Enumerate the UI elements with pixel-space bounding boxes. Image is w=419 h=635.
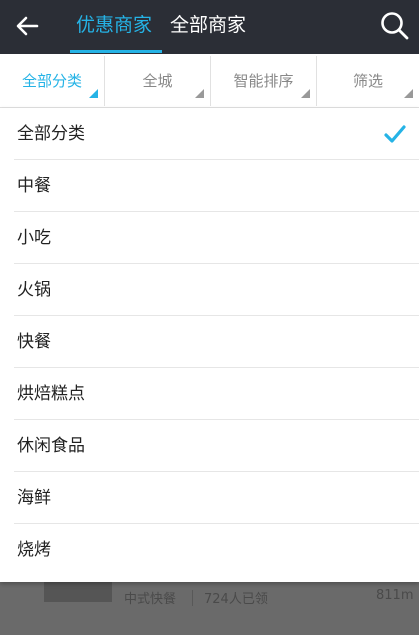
filter-category-label: 全部分类 (21, 72, 82, 90)
filter-area-label: 全城 (142, 72, 173, 90)
tab-all-merchants[interactable]: 全部商家 (170, 0, 246, 54)
merchant-claimed-count: 724人已领 (204, 592, 268, 607)
checkmark-icon (384, 125, 406, 143)
merchant-thumbnail (44, 582, 112, 602)
filter-bar: 全部分类 全城 智能排序 筛选 (0, 54, 419, 108)
category-option[interactable]: 烧烤 (0, 524, 419, 582)
category-option[interactable]: 全部分类 (0, 108, 419, 160)
category-option-label: 全部分类 (17, 124, 85, 144)
filter-screen-label: 筛选 (352, 72, 383, 90)
category-option[interactable]: 休闲食品 (0, 420, 419, 472)
category-option[interactable]: 火锅 (0, 264, 419, 316)
dropdown-triangle-icon (195, 89, 204, 98)
dropdown-triangle-icon (89, 89, 98, 98)
category-option[interactable]: 烘焙糕点 (0, 368, 419, 420)
merchant-category: 中式快餐 (124, 592, 177, 607)
category-option-label: 烧烤 (17, 540, 51, 560)
dropdown-triangle-icon (301, 89, 310, 98)
category-option-label: 快餐 (17, 332, 51, 352)
category-option[interactable]: 小吃 (0, 212, 419, 264)
category-option[interactable]: 海鲜 (0, 472, 419, 524)
filter-screen[interactable]: 筛选 (317, 54, 419, 108)
filter-category[interactable]: 全部分类 (0, 54, 104, 108)
category-option-label: 海鲜 (17, 488, 51, 508)
filter-sort-label: 智能排序 (233, 72, 294, 90)
tab-discount-merchants[interactable]: 优惠商家 (76, 0, 152, 54)
category-option-label: 火锅 (17, 280, 51, 300)
category-option[interactable]: 快餐 (0, 316, 419, 368)
dropdown-triangle-icon (404, 89, 413, 98)
category-option-label: 烘焙糕点 (17, 384, 85, 404)
listing-backdrop: 中式快餐 724人已领 811m (0, 582, 419, 635)
active-tab-indicator (70, 50, 162, 53)
category-dropdown: 全部分类 中餐 小吃 火锅 快餐 烘焙糕点 休闲食品 海鲜 烧烤 (0, 108, 419, 582)
category-option-label: 中餐 (17, 176, 51, 196)
top-bar: 优惠商家 全部商家 (0, 0, 419, 54)
divider (192, 590, 193, 606)
search-button[interactable] (379, 10, 411, 42)
category-option[interactable]: 中餐 (0, 160, 419, 212)
filter-sort[interactable]: 智能排序 (211, 54, 316, 108)
arrow-left-icon (16, 16, 39, 36)
back-button[interactable] (12, 12, 42, 40)
filter-area[interactable]: 全城 (105, 54, 210, 108)
search-icon (381, 12, 409, 40)
merchant-distance: 811m (376, 588, 414, 603)
category-option-label: 休闲食品 (17, 436, 85, 456)
category-option-label: 小吃 (17, 228, 51, 248)
